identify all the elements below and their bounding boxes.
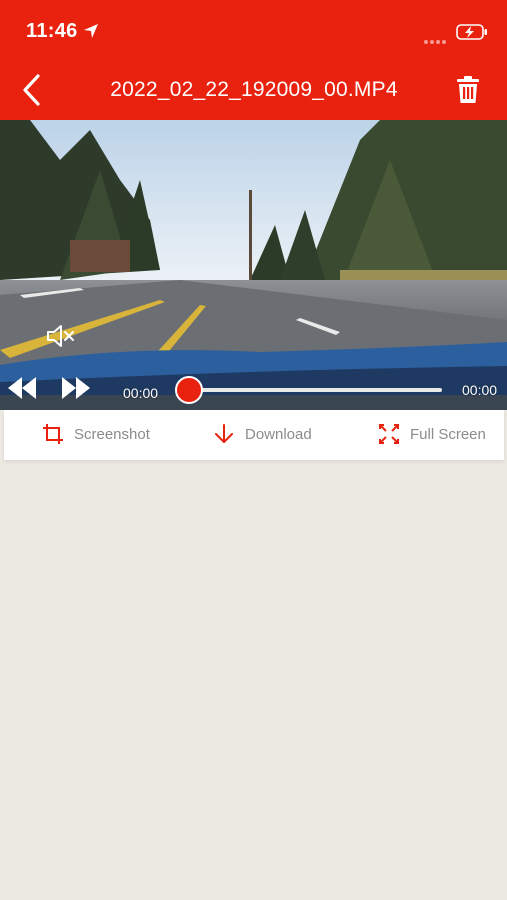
current-time: 00:00 bbox=[123, 385, 159, 401]
action-bar: Screenshot Download Full Screen bbox=[4, 410, 504, 460]
video-player[interactable]: 00:00 00:00 bbox=[0, 120, 507, 410]
fullscreen-label: Full Screen bbox=[410, 425, 486, 443]
fullscreen-icon bbox=[379, 424, 399, 444]
fast-forward-icon[interactable] bbox=[60, 375, 92, 401]
page-title: 2022_02_22_192009_00.MP4 bbox=[110, 78, 398, 101]
signal-icon bbox=[424, 31, 450, 44]
download-label: Download bbox=[245, 425, 312, 443]
mute-icon[interactable] bbox=[44, 320, 76, 352]
fullscreen-button[interactable]: Full Screen bbox=[378, 420, 486, 448]
seek-track[interactable] bbox=[178, 388, 442, 392]
back-chevron-icon[interactable] bbox=[18, 73, 48, 107]
download-arrow-icon bbox=[215, 424, 233, 443]
battery-charging-icon bbox=[456, 24, 487, 40]
location-arrow-icon bbox=[84, 24, 98, 38]
total-time: 00:00 bbox=[462, 382, 498, 398]
screenshot-button[interactable]: Screenshot bbox=[42, 420, 150, 448]
app-header: 11:46 2022_02_22_192009_00.MP4 bbox=[0, 0, 507, 120]
video-frame bbox=[0, 120, 507, 410]
trash-icon[interactable] bbox=[455, 76, 481, 104]
status-time: 11:46 bbox=[26, 20, 78, 42]
rewind-icon[interactable] bbox=[6, 375, 38, 401]
crop-icon bbox=[43, 424, 63, 444]
seek-thumb[interactable] bbox=[175, 376, 203, 404]
screenshot-label: Screenshot bbox=[74, 425, 150, 443]
download-button[interactable]: Download bbox=[213, 420, 312, 448]
